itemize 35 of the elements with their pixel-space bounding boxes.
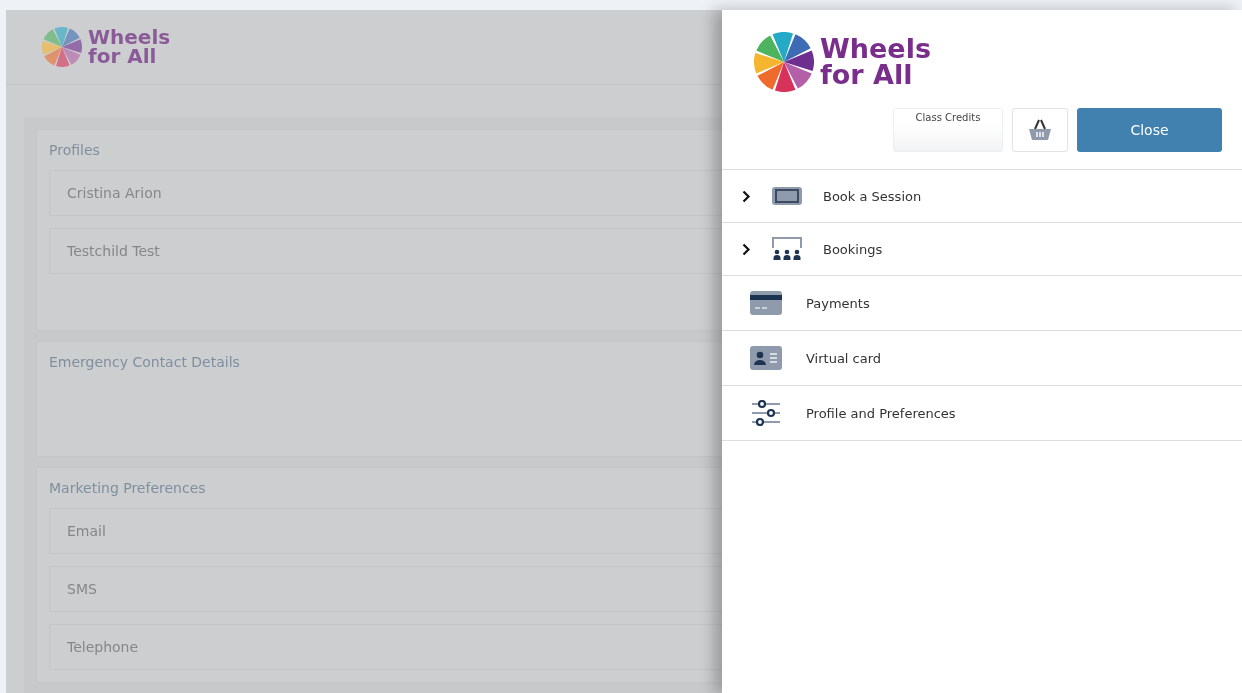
list-item[interactable]: Telephone: [49, 624, 722, 670]
logo-text: for All: [88, 47, 158, 66]
menu-item[interactable]: Bookings: [722, 223, 1242, 276]
menu-item[interactable]: Book a Session: [722, 170, 1242, 223]
list-item[interactable]: Email: [49, 508, 722, 554]
audience-icon: [771, 236, 803, 262]
chevron-right-icon: [742, 189, 751, 203]
section-title: Emergency Contact Details: [49, 354, 241, 370]
menu-item[interactable]: Virtual card: [722, 331, 1242, 386]
credit-card-icon: [750, 291, 782, 315]
sliders-icon: [750, 400, 782, 426]
menu-label: Bookings: [823, 241, 883, 257]
close-button[interactable]: Close: [1077, 108, 1222, 152]
section-title: Marketing Preferences: [49, 480, 207, 496]
credits-label: Class Credits: [915, 112, 981, 125]
wheel-logo-icon: [42, 27, 82, 67]
logo-text: Wheels: [88, 28, 171, 47]
menu-item[interactable]: Profile and Preferences: [722, 386, 1242, 441]
menu-label: Book a Session: [823, 188, 922, 204]
section-title: Profiles: [49, 142, 101, 158]
chevron-right-icon: [742, 242, 751, 256]
menu-label: Virtual card: [806, 350, 882, 366]
list-item[interactable]: Testchild Test: [49, 228, 722, 274]
list-item[interactable]: Cristina Arion: [49, 170, 722, 216]
basket-icon: [1027, 118, 1053, 142]
menu-label: Profile and Preferences: [806, 405, 956, 421]
basket-button[interactable]: [1012, 108, 1068, 152]
ticket-icon: [771, 186, 803, 206]
logo-text: Wheels: [820, 36, 931, 62]
menu-label: Payments: [806, 295, 870, 311]
logo-text: for All: [820, 62, 914, 88]
id-card-icon: [750, 346, 782, 370]
wheel-logo-icon: [754, 32, 814, 92]
menu-item[interactable]: Payments: [722, 276, 1242, 331]
list-item[interactable]: SMS: [49, 566, 722, 612]
